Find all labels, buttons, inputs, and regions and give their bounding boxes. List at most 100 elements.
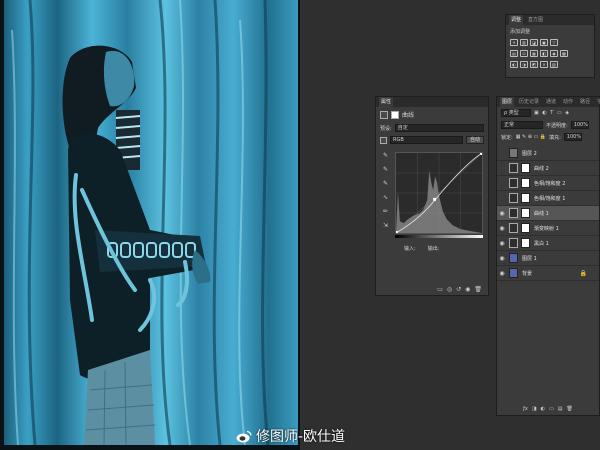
properties-header: 曲线 bbox=[376, 107, 488, 122]
trash-icon[interactable]: 🗑 bbox=[474, 286, 482, 293]
layer-thumbnail bbox=[509, 193, 518, 203]
tab-layers-3[interactable]: 动作 bbox=[561, 97, 575, 107]
document-canvas[interactable] bbox=[0, 0, 300, 450]
layer-row[interactable]: 图层 2 bbox=[497, 146, 599, 161]
layer-filter-row: ρ 类型 ▣ ◐ T ▭ ◈ bbox=[497, 107, 599, 119]
layer-name: 曲线 2 bbox=[534, 165, 549, 172]
layers-tabbar: 图层历史记录通道动作路径字符 bbox=[497, 97, 600, 107]
channel-select[interactable]: RGB bbox=[390, 136, 463, 144]
layer-list: 图层 2 曲线 2 色相/饱和度 2 色相/饱和度 1 ◉ 曲线 1 ◉ 渐变映射 1 ◉ 黑白 … bbox=[497, 146, 599, 281]
target-adjust-icon[interactable] bbox=[380, 136, 387, 144]
adjustment-icons-row-1: ☀ ▥ ◪ ▣ ▽ bbox=[506, 37, 594, 48]
layer-mask-icon[interactable] bbox=[391, 110, 399, 119]
row3-adjustment-icon-4[interactable]: ▧ bbox=[550, 61, 558, 68]
layer-thumbnail bbox=[509, 208, 518, 218]
filter-icons[interactable]: ▣ ◐ T ▭ ◈ bbox=[534, 110, 570, 116]
tab-properties[interactable]: 属性 bbox=[379, 97, 394, 107]
opacity-label: 不透明度: bbox=[546, 122, 568, 129]
properties-panel-title: 曲线 bbox=[402, 112, 415, 119]
auto-button[interactable]: 自动 bbox=[465, 136, 484, 144]
curves-tool-icon-2[interactable]: ✎ bbox=[381, 179, 390, 188]
lock-icons[interactable]: ▦ ✎ ⊕ ▭ 🔒 bbox=[516, 134, 546, 140]
layers-footer-icon-0[interactable]: ƒx bbox=[523, 406, 528, 412]
row2-adjustment-icon-1[interactable]: ⚖ bbox=[520, 50, 528, 57]
row2-adjustment-icon-2[interactable]: ▦ bbox=[530, 50, 538, 57]
layer-mask-thumbnail[interactable] bbox=[521, 178, 530, 188]
layer-name: 色相/饱和度 2 bbox=[534, 180, 566, 187]
row1-adjustment-icon-2[interactable]: ◪ bbox=[530, 39, 538, 46]
row1-adjustment-icon-1[interactable]: ▥ bbox=[520, 39, 528, 46]
layer-row[interactable]: 色相/饱和度 2 bbox=[497, 176, 599, 191]
layer-mask-thumbnail[interactable] bbox=[521, 193, 530, 203]
input-label: 输入: bbox=[404, 246, 416, 252]
row1-adjustment-icon-0[interactable]: ☀ bbox=[510, 39, 518, 46]
layer-name: 色相/饱和度 1 bbox=[534, 195, 566, 202]
layers-footer-icon-3[interactable]: ▭ bbox=[549, 406, 554, 412]
layer-row[interactable]: ◉ 渐变映射 1 bbox=[497, 221, 599, 236]
visibility-icon[interactable]: ◉ bbox=[465, 286, 470, 293]
eye-icon[interactable]: ◉ bbox=[497, 225, 507, 232]
layers-footer-icon-2[interactable]: ◐ bbox=[541, 406, 545, 412]
eye-icon[interactable]: ◉ bbox=[497, 240, 507, 247]
layer-row[interactable]: ◉ 背景 🔒 bbox=[497, 266, 599, 281]
layers-footer-icon-1[interactable]: ◨ bbox=[532, 406, 537, 412]
layer-row[interactable]: 曲线 2 bbox=[497, 161, 599, 176]
layer-row[interactable]: ◉ 曲线 1 bbox=[497, 206, 599, 221]
curves-tool-icon-0[interactable]: ✎ bbox=[381, 151, 390, 160]
row2-adjustment-icon-0[interactable]: ▤ bbox=[510, 50, 518, 57]
layers-footer-icon-5[interactable]: 🗑 bbox=[566, 406, 572, 412]
row3-adjustment-icon-3[interactable]: ✕ bbox=[540, 61, 548, 68]
eye-icon[interactable]: ◉ bbox=[497, 255, 507, 262]
layer-row[interactable]: ◉ 黑白 1 bbox=[497, 236, 599, 251]
curves-tool-icon-5[interactable]: ⇲ bbox=[381, 221, 390, 230]
row3-adjustment-icon-2[interactable]: ◩ bbox=[530, 61, 538, 68]
layer-thumbnail bbox=[509, 148, 518, 158]
layer-mask-thumbnail[interactable] bbox=[521, 163, 530, 173]
layer-mask-thumbnail[interactable] bbox=[521, 223, 530, 233]
tab-layers-1[interactable]: 历史记录 bbox=[517, 97, 541, 107]
eye-icon[interactable]: ◉ bbox=[497, 210, 507, 217]
tab-layers-4[interactable]: 路径 bbox=[578, 97, 592, 107]
tab-layers-0[interactable]: 图层 bbox=[500, 97, 515, 107]
row2-adjustment-icon-3[interactable]: ◧ bbox=[540, 50, 548, 57]
curves-tool-icon-3[interactable]: ∿ bbox=[381, 193, 390, 202]
reset-icon[interactable]: ↺ bbox=[456, 286, 461, 293]
preset-row: 预设: 自定 bbox=[376, 122, 488, 134]
layers-panel: 图层历史记录通道动作路径字符 ρ 类型 ▣ ◐ T ▭ ◈ 正常 不透明度: 1… bbox=[496, 96, 600, 416]
row3-adjustment-icon-1[interactable]: ◑ bbox=[520, 61, 528, 68]
blend-mode-select[interactable]: 正常 bbox=[501, 121, 543, 129]
opacity-input[interactable]: 100% bbox=[570, 121, 589, 129]
fill-input[interactable]: 100% bbox=[563, 133, 583, 141]
layer-name: 图层 2 bbox=[522, 150, 537, 157]
curves-graph[interactable] bbox=[395, 152, 483, 234]
row1-adjustment-icon-3[interactable]: ▣ bbox=[540, 39, 548, 46]
layer-thumbnail bbox=[509, 178, 518, 188]
row3-adjustment-icon-0[interactable]: ◐ bbox=[510, 61, 518, 68]
tab-layers-2[interactable]: 通道 bbox=[544, 97, 558, 107]
preset-select[interactable]: 自定 bbox=[394, 124, 484, 132]
layer-mask-thumbnail[interactable] bbox=[521, 238, 530, 248]
layer-filter-select[interactable]: ρ 类型 bbox=[501, 109, 531, 117]
view-previous-icon[interactable]: ◎ bbox=[447, 286, 452, 293]
layer-row[interactable]: ◉ 图层 1 bbox=[497, 251, 599, 266]
curves-tool-icon-4[interactable]: ✏ bbox=[381, 207, 390, 216]
weibo-icon bbox=[236, 430, 252, 442]
layer-row[interactable]: 色相/饱和度 1 bbox=[497, 191, 599, 206]
tab-layers-5[interactable]: 字符 bbox=[595, 97, 600, 107]
row1-adjustment-icon-4[interactable]: ▽ bbox=[550, 39, 558, 46]
row2-adjustment-icon-4[interactable]: ◉ bbox=[550, 50, 558, 57]
tab-histogram[interactable]: 直方图 bbox=[526, 15, 545, 25]
curves-tool-icon-1[interactable]: ✎ bbox=[381, 165, 390, 174]
row2-adjustment-icon-5[interactable]: ▩ bbox=[560, 50, 568, 57]
properties-footer: ▭ ◎ ↺ ◉ 🗑 bbox=[376, 283, 488, 295]
layer-name: 黑白 1 bbox=[534, 240, 549, 247]
properties-panel: 属性 曲线 预设: 自定 RGB 自动 ✎ ✎ ✎ ∿ ✏ ⇲ 输入: 输出: bbox=[375, 96, 489, 296]
fill-label: 填充: bbox=[549, 134, 561, 141]
adjustment-icons-row-2: ▤ ⚖ ▦ ◧ ◉ ▩ bbox=[506, 48, 594, 59]
layers-footer-icon-4[interactable]: ▤ bbox=[558, 406, 563, 412]
layer-thumbnail bbox=[509, 163, 518, 173]
eye-icon[interactable]: ◉ bbox=[497, 270, 507, 277]
tab-adjustments[interactable]: 调整 bbox=[509, 15, 524, 25]
layer-mask-thumbnail[interactable] bbox=[521, 208, 530, 218]
clip-to-layer-icon[interactable]: ▭ bbox=[437, 286, 443, 293]
